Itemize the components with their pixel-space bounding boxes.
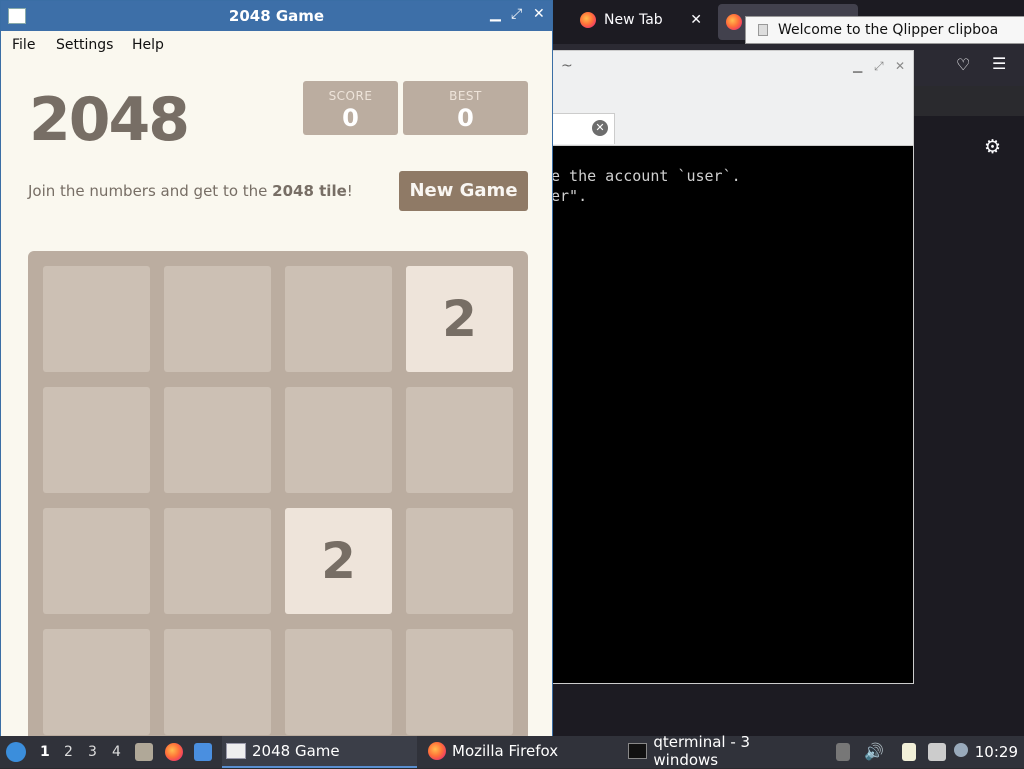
task-firefox[interactable]: Mozilla Firefox (424, 736, 614, 766)
menu-file[interactable]: File (12, 37, 35, 53)
board-cell (406, 387, 513, 493)
task-label: qterminal - 3 windows (653, 733, 751, 769)
task-2048-game[interactable]: 2048 Game (222, 736, 417, 768)
terminal-icon (628, 743, 648, 759)
desktop-2[interactable]: 2 (64, 744, 73, 760)
terminal-line: e the account `user`. (551, 167, 741, 185)
close-icon[interactable]: ✕ (533, 6, 545, 22)
clipboard-icon (758, 24, 768, 36)
board-cell (285, 387, 392, 493)
maximize-icon[interactable]: ⤢ (874, 59, 884, 74)
best-value: 0 (457, 104, 474, 132)
game-titlebar[interactable]: 2048 Game ▁ ⤢ ✕ (1, 1, 552, 31)
firefox-icon (428, 742, 446, 760)
minimize-icon[interactable]: ▁ (490, 6, 501, 22)
intro-text: Join the numbers and get to the 2048 til… (28, 182, 353, 200)
best-box: BEST 0 (403, 81, 528, 135)
firefox-tab-label: New Tab (604, 12, 663, 28)
board-cell (164, 508, 271, 614)
intro-text-bold: 2048 tile (272, 182, 347, 200)
board-cell (164, 629, 271, 735)
menu-help[interactable]: Help (132, 37, 164, 53)
clipboard-tray-icon[interactable] (836, 743, 850, 761)
board-cell (285, 629, 392, 735)
notes-icon[interactable] (902, 743, 916, 761)
pocket-icon[interactable]: ♡ (956, 55, 970, 74)
window-title: 2048 Game (228, 7, 325, 25)
game-window: 2048 Game ▁ ⤢ ✕ File Settings Help 2048 … (0, 0, 553, 738)
intro-text-end: ! (346, 182, 353, 200)
close-icon[interactable]: ✕ (895, 59, 905, 73)
score-label: SCORE (328, 89, 373, 103)
task-qterminal[interactable]: qterminal - 3 windows (624, 733, 814, 769)
best-label: BEST (449, 89, 482, 103)
show-desktop-icon[interactable] (194, 743, 212, 761)
terminal-line: er". (551, 187, 588, 205)
file-manager-icon[interactable] (135, 743, 153, 761)
qterminal-tabbar: ✕ (531, 83, 913, 146)
terminal-output[interactable]: e the account `user`. er". (531, 147, 913, 683)
minimize-icon[interactable]: ▁ (853, 59, 862, 73)
intro-text-start: Join the numbers and get to the (28, 182, 273, 200)
task-label: 2048 Game (252, 742, 340, 760)
game-board: 22 (28, 251, 528, 737)
menu-icon[interactable]: ☰ (992, 54, 1006, 73)
maximize-icon[interactable]: ⤢ (511, 6, 522, 22)
close-icon[interactable]: ✕ (690, 12, 702, 28)
board-cell (43, 508, 150, 614)
menu-settings[interactable]: Settings (56, 37, 113, 53)
score-box: SCORE 0 (303, 81, 398, 135)
update-icon[interactable] (954, 743, 968, 757)
board-cell (406, 629, 513, 735)
board-cell (43, 266, 150, 372)
close-icon[interactable]: ✕ (592, 120, 608, 136)
taskbar: 1 2 3 4 2048 Game Mozilla Firefox qtermi… (0, 733, 1024, 769)
qterminal-window: ~ ▁ ⤢ ✕ ✕ e the account `user`. er". (530, 50, 914, 684)
board-cell (406, 508, 513, 614)
qterminal-titlebar[interactable]: ~ ▁ ⤢ ✕ (531, 51, 913, 83)
window-title: ~ (561, 58, 573, 74)
notification-text: Welcome to the Qlipper clipboa (778, 22, 999, 38)
board-cell (164, 387, 271, 493)
board-cell (43, 629, 150, 735)
tile: 2 (285, 508, 392, 614)
board-cell (43, 387, 150, 493)
window-icon (226, 743, 246, 759)
tile: 2 (406, 266, 513, 372)
task-label: Mozilla Firefox (452, 742, 559, 760)
clock[interactable]: 10:29 (975, 743, 1018, 761)
firefox-icon[interactable] (165, 743, 183, 761)
start-menu-icon[interactable] (6, 742, 26, 762)
firefox-icon (726, 14, 742, 30)
network-icon[interactable] (928, 743, 946, 761)
score-value: 0 (342, 104, 359, 132)
new-game-button[interactable]: New Game (399, 171, 528, 211)
menubar: File Settings Help (1, 31, 552, 59)
game-heading: 2048 (29, 85, 190, 155)
board-cell (164, 266, 271, 372)
gear-icon[interactable]: ⚙ (984, 136, 1001, 158)
desktop-3[interactable]: 3 (88, 744, 97, 760)
desktop-4[interactable]: 4 (112, 744, 121, 760)
firefox-icon (580, 12, 596, 28)
firefox-tab-new-tab[interactable]: New Tab ✕ (580, 0, 710, 40)
board-cell (285, 266, 392, 372)
desktop-1[interactable]: 1 (40, 744, 50, 760)
qlipper-notification[interactable]: Welcome to the Qlipper clipboa (745, 16, 1024, 44)
volume-icon[interactable]: 🔊 (864, 742, 884, 761)
